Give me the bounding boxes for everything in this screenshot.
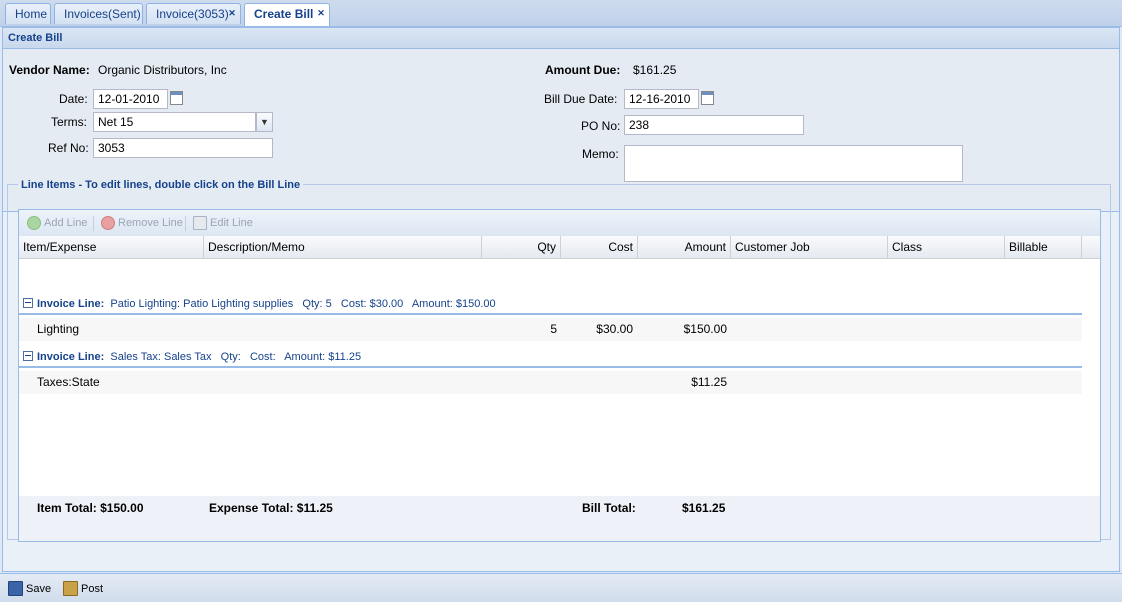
col-qty[interactable]: Qty bbox=[482, 236, 561, 258]
bill-due-date-field[interactable] bbox=[624, 89, 699, 109]
save-button[interactable]: Save bbox=[8, 581, 51, 596]
cell-cost: $30.00 bbox=[596, 322, 633, 336]
close-icon[interactable]: ✕ bbox=[227, 9, 237, 19]
bill-due-label: Bill Due Date: bbox=[544, 92, 618, 106]
collapse-icon[interactable] bbox=[23, 351, 33, 361]
line-items-grid: Add Line Remove Line Edit Line Item/Expe… bbox=[18, 209, 1101, 542]
collapse-icon[interactable] bbox=[23, 298, 33, 308]
vendor-label: Vendor Name: bbox=[9, 63, 90, 77]
col-customer-job[interactable]: Customer Job bbox=[731, 236, 888, 258]
toolbar-divider bbox=[185, 216, 186, 231]
grid-header: Item/Expense Description/Memo Qty Cost A… bbox=[19, 236, 1100, 259]
col-cost[interactable]: Cost bbox=[561, 236, 638, 258]
bill-total-label: Bill Total: bbox=[582, 501, 636, 515]
col-billable[interactable]: Billable bbox=[1005, 236, 1082, 258]
edit-line-label: Edit Line bbox=[210, 217, 253, 229]
group-header[interactable]: Invoice Line: Patio Lighting: Patio Ligh… bbox=[19, 293, 1082, 315]
cell-amount: $11.25 bbox=[691, 375, 727, 389]
cell-item: Lighting bbox=[37, 322, 80, 336]
table-row[interactable]: Lighting 5 $30.00 $150.00 bbox=[19, 318, 1082, 341]
expense-total: Expense Total: $11.25 bbox=[209, 501, 333, 515]
tab-home[interactable]: Home bbox=[5, 3, 51, 24]
tab-invoice-3053[interactable]: Invoice(3053) ✕ bbox=[146, 3, 241, 24]
grid-toolbar: Add Line Remove Line Edit Line bbox=[19, 210, 1100, 237]
group-header-label: Invoice Line: bbox=[37, 298, 105, 310]
vendor-value: Organic Distributors, Inc bbox=[98, 63, 227, 77]
remove-line-label: Remove Line bbox=[118, 217, 183, 229]
post-label: Post bbox=[81, 582, 104, 595]
cell-qty: 5 bbox=[550, 322, 557, 336]
group-header-text: Sales Tax: Sales Tax Qty: Cost: Amount: … bbox=[110, 351, 362, 363]
toolbar-divider bbox=[93, 216, 94, 231]
bill-total-value: $161.25 bbox=[682, 501, 726, 515]
edit-line-button[interactable]: Edit Line bbox=[193, 216, 253, 230]
date-field[interactable] bbox=[93, 89, 168, 109]
group-header-text: Patio Lighting: Patio Lighting supplies … bbox=[110, 298, 496, 310]
amount-due-value: $161.25 bbox=[633, 63, 677, 77]
floppy-disk-icon bbox=[8, 581, 23, 596]
terms-select[interactable] bbox=[93, 112, 256, 132]
col-item-expense[interactable]: Item/Expense bbox=[19, 236, 204, 258]
remove-line-button[interactable]: Remove Line bbox=[101, 216, 183, 230]
tab-label: Invoice(3053) bbox=[156, 7, 229, 21]
save-label: Save bbox=[26, 582, 52, 595]
tab-label: Home bbox=[15, 7, 48, 21]
po-label: PO No: bbox=[581, 119, 621, 133]
cell-amount: $150.00 bbox=[683, 322, 727, 336]
totals-bar: Item Total: $150.00 Expense Total: $11.2… bbox=[19, 496, 1100, 541]
line-items-legend: Line Items - To edit lines, double click… bbox=[18, 179, 304, 191]
cell-item: Taxes:State bbox=[37, 375, 100, 389]
edit-icon bbox=[193, 216, 207, 230]
po-field[interactable] bbox=[624, 115, 804, 135]
amount-due-label: Amount Due: bbox=[545, 63, 621, 77]
tab-invoices-sent[interactable]: Invoices(Sent) bbox=[54, 3, 143, 24]
terms-label: Terms: bbox=[51, 115, 87, 129]
refno-field[interactable] bbox=[93, 138, 273, 158]
tab-create-bill[interactable]: Create Bill ✕ bbox=[244, 3, 330, 26]
col-amount[interactable]: Amount bbox=[638, 236, 731, 258]
add-icon bbox=[27, 216, 41, 230]
add-line-button[interactable]: Add Line bbox=[27, 216, 87, 230]
tab-label: Invoices(Sent) bbox=[64, 7, 141, 21]
add-line-label: Add Line bbox=[44, 217, 88, 229]
col-description[interactable]: Description/Memo bbox=[204, 236, 482, 258]
refno-label: Ref No: bbox=[48, 141, 89, 155]
chevron-down-icon[interactable]: ▼ bbox=[256, 112, 273, 132]
post-button[interactable]: Post bbox=[63, 581, 103, 596]
close-icon[interactable]: ✕ bbox=[316, 9, 326, 19]
tab-label: Create Bill bbox=[254, 7, 314, 21]
table-row[interactable]: Taxes:State $11.25 bbox=[19, 371, 1082, 394]
bottom-toolbar: Save Post bbox=[0, 573, 1122, 602]
date-label: Date: bbox=[59, 92, 88, 106]
calendar-icon[interactable] bbox=[701, 91, 714, 105]
col-class[interactable]: Class bbox=[888, 236, 1005, 258]
memo-label: Memo: bbox=[582, 147, 619, 161]
calendar-icon[interactable] bbox=[170, 91, 183, 105]
group-header-label: Invoice Line: bbox=[37, 351, 105, 363]
panel-title: Create Bill bbox=[3, 28, 1119, 49]
tab-bar: Home Invoices(Sent) Invoice(3053) ✕ Creat… bbox=[0, 0, 1122, 27]
item-total: Item Total: $150.00 bbox=[37, 501, 144, 515]
remove-icon bbox=[101, 216, 115, 230]
memo-field[interactable] bbox=[624, 145, 963, 182]
group-header[interactable]: Invoice Line: Sales Tax: Sales Tax Qty: … bbox=[19, 346, 1082, 368]
post-icon bbox=[63, 581, 78, 596]
